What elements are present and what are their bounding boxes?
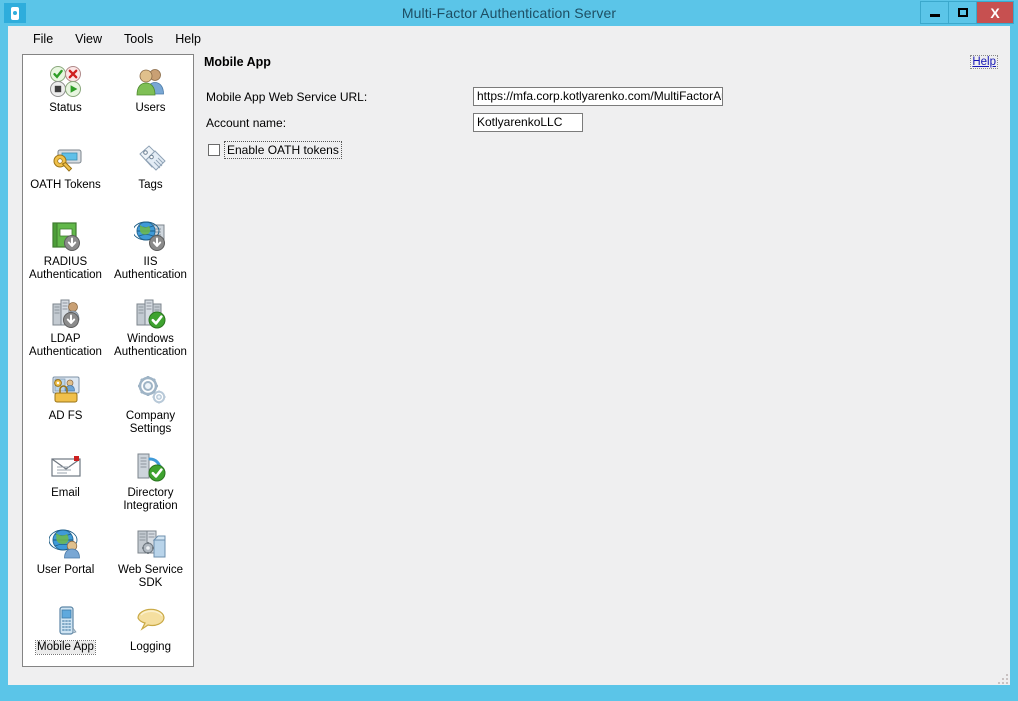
minimize-button[interactable] — [920, 1, 948, 24]
sidebar-item-label: Logging — [130, 641, 171, 653]
close-icon: X — [990, 4, 1000, 21]
tags-icon — [134, 142, 168, 176]
help-link[interactable]: Help — [970, 55, 998, 69]
directory-integration-icon — [134, 450, 168, 484]
sidebar-item-label: User Portal — [36, 564, 95, 576]
account-name-input[interactable]: KotlyarenkoLLC — [473, 113, 583, 132]
content-header: Mobile App Help — [204, 54, 1006, 74]
sidebar-item-mobile-app[interactable]: Mobile App — [23, 600, 108, 666]
sidebar-item-ldap-authentication[interactable]: LDAP Authentication — [23, 292, 108, 369]
resize-grip[interactable] — [994, 670, 1008, 684]
enable-oath-tokens-checkbox[interactable] — [208, 144, 220, 156]
email-icon — [49, 450, 83, 484]
account-name-row: Account name: KotlyarenkoLLC — [204, 113, 1006, 139]
application-window: Multi-Factor Authentication Server X Fil… — [0, 0, 1018, 701]
sidebar-item-label: RADIUS Authentication — [29, 256, 102, 281]
sidebar-item-label: IIS Authentication — [114, 256, 187, 281]
enable-oath-tokens-label[interactable]: Enable OATH tokens — [224, 141, 342, 159]
sidebar-item-label: Directory Integration — [123, 487, 178, 512]
page-title: Mobile App — [204, 55, 271, 69]
menu-bar: File View Tools Help — [8, 26, 1010, 52]
adfs-icon — [49, 373, 83, 407]
sidebar-item-label: Tags — [138, 179, 163, 191]
menu-item-view[interactable]: View — [64, 29, 113, 49]
sidebar-item-label: AD FS — [48, 410, 83, 422]
sidebar-item-status[interactable]: Status — [23, 61, 108, 138]
logging-icon — [134, 604, 168, 638]
sidebar-item-label: Company Settings — [125, 410, 176, 435]
mobile-app-form: Mobile App Web Service URL: https://mfa.… — [204, 87, 1006, 162]
sidebar-item-adfs[interactable]: AD FS — [23, 369, 108, 446]
status-icon — [49, 65, 83, 99]
sidebar-item-company-settings[interactable]: Company Settings — [108, 369, 193, 446]
account-name-label: Account name: — [206, 116, 287, 130]
minimize-icon — [929, 14, 940, 17]
sidebar-item-oath-tokens[interactable]: OATH Tokens — [23, 138, 108, 215]
sidebar-item-logging[interactable]: Logging — [108, 600, 193, 666]
sidebar-item-directory-integration[interactable]: Directory Integration — [108, 446, 193, 523]
sidebar-item-label: Mobile App — [35, 640, 96, 655]
window-title: Multi-Factor Authentication Server — [401, 5, 617, 21]
ldap-authentication-icon — [49, 296, 83, 330]
mobile-app-icon — [49, 604, 83, 638]
windows-authentication-icon — [134, 296, 168, 330]
sidebar-item-tags[interactable]: Tags — [108, 138, 193, 215]
client-area: File View Tools Help Status Users OATH T… — [8, 26, 1010, 685]
window-controls: X — [920, 1, 1014, 24]
title-bar: Multi-Factor Authentication Server X — [4, 0, 1014, 26]
menu-item-tools[interactable]: Tools — [113, 29, 164, 49]
web-service-sdk-icon — [134, 527, 168, 561]
web-service-url-label: Mobile App Web Service URL: — [206, 90, 368, 104]
maximize-icon — [957, 8, 968, 17]
sidebar-icon-grid: Status Users OATH Tokens Tags RADIUS Aut… — [23, 55, 193, 666]
menu-item-help[interactable]: Help — [164, 29, 212, 49]
company-settings-icon — [134, 373, 168, 407]
sidebar-item-users[interactable]: Users — [108, 61, 193, 138]
web-service-url-input[interactable]: https://mfa.corp.kotlyarenko.com/MultiFa… — [473, 87, 723, 106]
web-service-url-row: Mobile App Web Service URL: https://mfa.… — [204, 87, 1006, 113]
sidebar-item-user-portal[interactable]: User Portal — [23, 523, 108, 600]
body-area: Status Users OATH Tokens Tags RADIUS Aut… — [8, 52, 1010, 685]
users-icon — [134, 65, 168, 99]
close-button[interactable]: X — [976, 1, 1014, 24]
oath-tokens-icon — [49, 142, 83, 176]
menu-item-file[interactable]: File — [22, 29, 64, 49]
user-portal-icon — [48, 527, 83, 561]
radius-authentication-icon — [49, 219, 83, 253]
enable-oath-tokens-row: Enable OATH tokens — [204, 141, 1006, 162]
sidebar-item-windows-authentication[interactable]: Windows Authentication — [108, 292, 193, 369]
sidebar-item-label: Users — [135, 102, 166, 114]
sidebar-item-label: LDAP Authentication — [29, 333, 102, 358]
sidebar-item-email[interactable]: Email — [23, 446, 108, 523]
sidebar-item-label: OATH Tokens — [30, 179, 101, 191]
navigation-sidebar: Status Users OATH Tokens Tags RADIUS Aut… — [22, 54, 194, 667]
sidebar-item-label: Web Service SDK — [118, 564, 183, 589]
sidebar-item-label: Status — [49, 102, 82, 114]
sidebar-item-label: Email — [51, 487, 80, 499]
content-pane: Mobile App Help Mobile App Web Service U… — [204, 54, 1006, 667]
sidebar-item-radius-authentication[interactable]: RADIUS Authentication — [23, 215, 108, 292]
maximize-button[interactable] — [948, 1, 976, 24]
sidebar-item-label: Windows Authentication — [114, 333, 187, 358]
iis-authentication-icon — [133, 219, 168, 253]
sidebar-item-web-service-sdk[interactable]: Web Service SDK — [108, 523, 193, 600]
sidebar-item-iis-authentication[interactable]: IIS Authentication — [108, 215, 193, 292]
